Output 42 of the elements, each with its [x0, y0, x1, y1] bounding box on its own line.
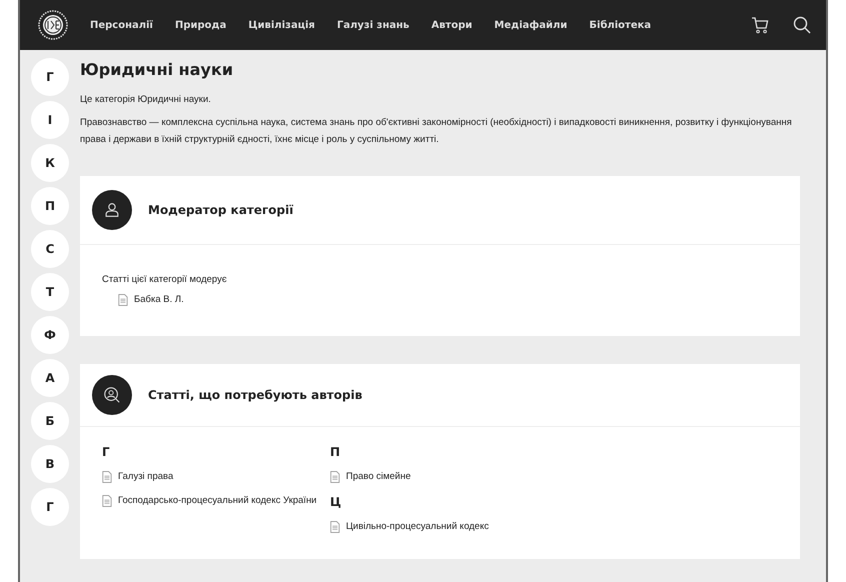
moderator-link[interactable]: Бабка В. Л. [134, 294, 184, 305]
letter-heading: П [330, 445, 342, 459]
category-intro: Це категорія Юридичні науки. [80, 93, 212, 107]
article-link[interactable]: Господарсько-процесуальний кодекс України [118, 495, 317, 506]
alphabet-letter-button[interactable]: І [31, 101, 69, 139]
cart-icon[interactable] [750, 15, 770, 35]
nav-link[interactable]: Автори [431, 20, 472, 30]
nav-link[interactable]: Медіафайли [494, 20, 568, 30]
section-title: Статті, що потребують авторів [148, 388, 362, 402]
letter-heading: Ц [330, 495, 342, 509]
article-link[interactable]: Галузі права [118, 471, 174, 482]
alphabet-letter-button[interactable]: А [31, 359, 69, 397]
document-icon [102, 471, 112, 483]
alphabet-letter-button[interactable]: Т [31, 273, 69, 311]
person-icon [103, 201, 121, 219]
document-icon [102, 495, 112, 507]
alphabet-letter-button[interactable]: Ф [31, 316, 69, 354]
document-icon [330, 471, 340, 483]
nav-link[interactable]: Природа [174, 20, 226, 30]
letter-heading: Г [102, 445, 111, 459]
nav-link[interactable]: Бібліотека [589, 20, 652, 30]
alphabet-letter-button[interactable]: Г [31, 58, 69, 96]
alphabet-letter-button[interactable]: К [31, 144, 69, 182]
document-icon [118, 294, 128, 306]
alphabet-letter-button[interactable]: Г [31, 488, 69, 526]
document-icon [330, 521, 340, 533]
alphabet-letter-button[interactable]: Б [31, 402, 69, 440]
logo-emblem-icon[interactable] [38, 10, 68, 40]
nav-link[interactable]: Галузі знань [336, 20, 410, 30]
nav-link[interactable]: Персоналії [90, 20, 153, 30]
nav-link[interactable]: Цивілізація [248, 20, 315, 30]
article-link[interactable]: Право сімейне [346, 471, 411, 482]
article-link[interactable]: Цивільно-процесуальний кодекс [346, 521, 489, 532]
section-title: Модератор категорії [148, 203, 294, 217]
alphabet-letter-button[interactable]: П [31, 187, 69, 225]
person-search-icon [103, 386, 121, 404]
search-icon[interactable] [792, 15, 812, 35]
alphabet-letter-button[interactable]: В [31, 445, 69, 483]
page-title: Юридичні науки [80, 60, 234, 79]
moderator-label: Статті цієї категорії модерує [102, 273, 228, 287]
category-description: Правознавство — комплексна суспільна наука, система знань про об'єктивні закономірності (необхідності) і випадковості виникнення, розвитку і функціонування права і держави в їхній структурній єдності, їхнє місце і роль у суспільному житті. [80, 116, 793, 147]
alphabet-letter-button[interactable]: С [31, 230, 69, 268]
